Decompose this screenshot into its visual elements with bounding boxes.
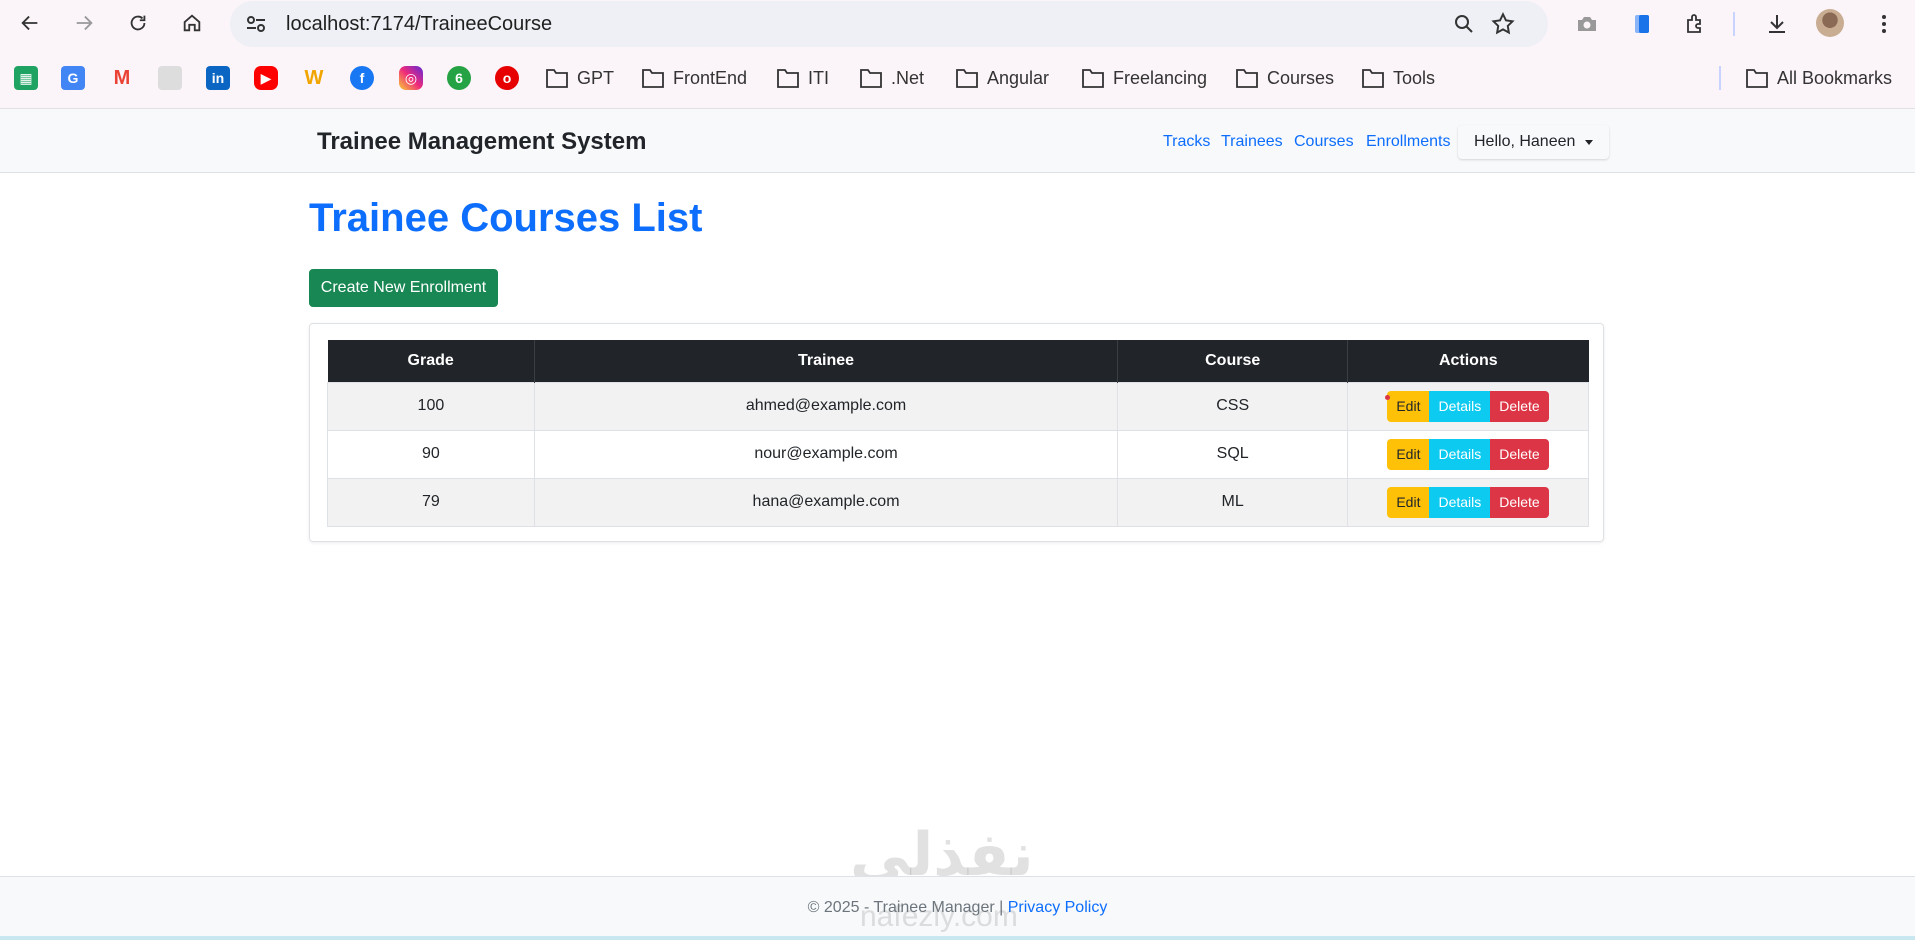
toolbar-divider xyxy=(1733,12,1735,36)
cell-trainee: hana@example.com xyxy=(533,477,1119,527)
folder-icon xyxy=(642,69,664,88)
enrollments-table: Grade Trainee Course Actions 100 ahmed@e… xyxy=(327,340,1589,527)
nav-link-tracks[interactable]: Tracks xyxy=(1163,133,1210,151)
cell-trainee: ahmed@example.com xyxy=(533,381,1119,431)
avatar[interactable] xyxy=(1816,9,1844,37)
table-card: Grade Trainee Course Actions 100 ahmed@e… xyxy=(309,323,1604,542)
gmail-icon[interactable]: M xyxy=(110,66,134,90)
home-icon[interactable] xyxy=(178,9,206,37)
cell-actions: Edit Details Delete xyxy=(1347,429,1589,479)
table-row: 100 ahmed@example.com CSS Edit Details D… xyxy=(327,381,1589,431)
back-icon[interactable] xyxy=(16,9,44,37)
folder-icon xyxy=(546,69,568,88)
cell-course: ML xyxy=(1117,477,1349,527)
delete-button[interactable]: Delete xyxy=(1490,438,1549,470)
toolbar: localhost:7174/TraineeCourse xyxy=(0,0,1915,47)
column-header-course: Course xyxy=(1117,340,1349,382)
cell-course: CSS xyxy=(1117,381,1349,431)
six-icon[interactable]: 6 xyxy=(447,66,471,90)
details-button[interactable]: Details xyxy=(1429,438,1491,470)
bookmark-folder-freelancing[interactable]: Freelancing xyxy=(1081,64,1207,92)
cell-trainee: nour@example.com xyxy=(533,429,1119,479)
cell-actions: Edit Details Delete xyxy=(1347,477,1589,527)
page-title: Trainee Courses List xyxy=(309,196,703,240)
cell-actions: Edit Details Delete xyxy=(1347,381,1589,431)
bookmark-folder-dotnet[interactable]: .Net xyxy=(859,64,924,92)
github-icon[interactable] xyxy=(158,66,182,90)
site-info-icon[interactable] xyxy=(244,12,268,36)
folder-icon xyxy=(1236,69,1258,88)
app-navbar: Trainee Management System Tracks Trainee… xyxy=(0,108,1915,173)
brand[interactable]: Trainee Management System xyxy=(317,128,646,156)
translate-icon[interactable]: G xyxy=(61,66,85,90)
table-row: 79 hana@example.com ML Edit Details Dele… xyxy=(327,477,1589,527)
folder-icon xyxy=(1746,69,1768,88)
folder-icon xyxy=(956,69,978,88)
details-button[interactable]: Details xyxy=(1429,486,1491,518)
cell-grade: 79 xyxy=(327,477,535,527)
reload-icon[interactable] xyxy=(124,9,152,37)
star-icon[interactable] xyxy=(1490,11,1516,42)
bookmark-folder-angular[interactable]: Angular xyxy=(955,64,1049,92)
all-bookmarks[interactable]: All Bookmarks xyxy=(1745,64,1892,92)
nav-link-trainees[interactable]: Trainees xyxy=(1221,133,1283,151)
url-text[interactable]: localhost:7174/TraineeCourse xyxy=(286,12,552,36)
create-enrollment-button[interactable]: Create New Enrollment xyxy=(309,269,498,307)
bookmark-folder-tools[interactable]: Tools xyxy=(1361,64,1435,92)
bottom-edge xyxy=(0,936,1915,940)
youtube-icon[interactable]: ▶ xyxy=(254,66,278,90)
caret-down-icon xyxy=(1585,139,1594,145)
bookmarks-bar: ▦ G M in ▶ W f ◎ 6 ο GPT FrontEnd ITI .N… xyxy=(0,56,1915,96)
address-bar[interactable]: localhost:7174/TraineeCourse xyxy=(230,1,1548,47)
facebook-icon[interactable]: f xyxy=(350,66,374,90)
details-button[interactable]: Details xyxy=(1429,390,1491,422)
watermark-url: nafezly.com xyxy=(860,900,1018,933)
folder-icon xyxy=(777,69,799,88)
cell-course: SQL xyxy=(1117,429,1349,479)
delete-button[interactable]: Delete xyxy=(1490,486,1549,518)
nav-link-courses[interactable]: Courses xyxy=(1294,133,1354,151)
cell-grade: 100 xyxy=(327,381,535,431)
table-header-row: Grade Trainee Course Actions xyxy=(327,340,1589,382)
folder-icon xyxy=(1082,69,1104,88)
column-header-trainee: Trainee xyxy=(534,340,1119,382)
action-buttons: Edit Details Delete xyxy=(1387,390,1549,422)
extensions-icon[interactable] xyxy=(1682,10,1710,38)
edit-button[interactable]: Edit xyxy=(1387,438,1430,470)
instagram-icon[interactable]: ◎ xyxy=(399,66,423,90)
action-buttons: Edit Details Delete xyxy=(1387,486,1549,518)
edit-button[interactable]: Edit xyxy=(1387,486,1430,518)
folder-icon xyxy=(1362,69,1384,88)
menu-icon[interactable] xyxy=(1870,10,1898,38)
column-header-actions: Actions xyxy=(1347,340,1589,382)
vodafone-icon[interactable]: ο xyxy=(495,66,519,90)
user-menu-dropdown[interactable]: Hello, Haneen xyxy=(1458,125,1610,159)
bookmarks-divider xyxy=(1719,66,1721,90)
column-header-grade: Grade xyxy=(327,340,535,382)
zoom-icon[interactable] xyxy=(1452,12,1476,41)
linkedin-icon[interactable]: in xyxy=(206,66,230,90)
delete-button[interactable]: Delete xyxy=(1490,390,1549,422)
bookmark-folder-gpt[interactable]: GPT xyxy=(545,64,614,92)
tab-search-icon[interactable] xyxy=(1628,10,1656,38)
w-icon[interactable]: W xyxy=(302,66,326,90)
sheets-icon[interactable]: ▦ xyxy=(14,66,38,90)
edit-button[interactable]: Edit xyxy=(1387,390,1430,422)
cell-grade: 90 xyxy=(327,429,535,479)
camera-icon[interactable] xyxy=(1573,10,1601,38)
bookmark-folder-courses[interactable]: Courses xyxy=(1235,64,1334,92)
table-row: 90 nour@example.com SQL Edit Details Del… xyxy=(327,429,1589,479)
privacy-policy-link[interactable]: Privacy Policy xyxy=(1008,899,1108,916)
folder-icon xyxy=(860,69,882,88)
nav-link-enrollments[interactable]: Enrollments xyxy=(1366,133,1450,151)
forward-icon[interactable] xyxy=(70,9,98,37)
user-menu-label: Hello, Haneen xyxy=(1474,133,1576,150)
action-buttons: Edit Details Delete xyxy=(1387,438,1549,470)
browser-chrome: localhost:7174/TraineeCourse ▦ G M in ▶ … xyxy=(0,0,1915,108)
bookmark-folder-frontend[interactable]: FrontEnd xyxy=(641,64,747,92)
bookmark-folder-iti[interactable]: ITI xyxy=(776,64,829,92)
cursor-dot xyxy=(1385,395,1390,400)
download-icon[interactable] xyxy=(1763,10,1791,38)
